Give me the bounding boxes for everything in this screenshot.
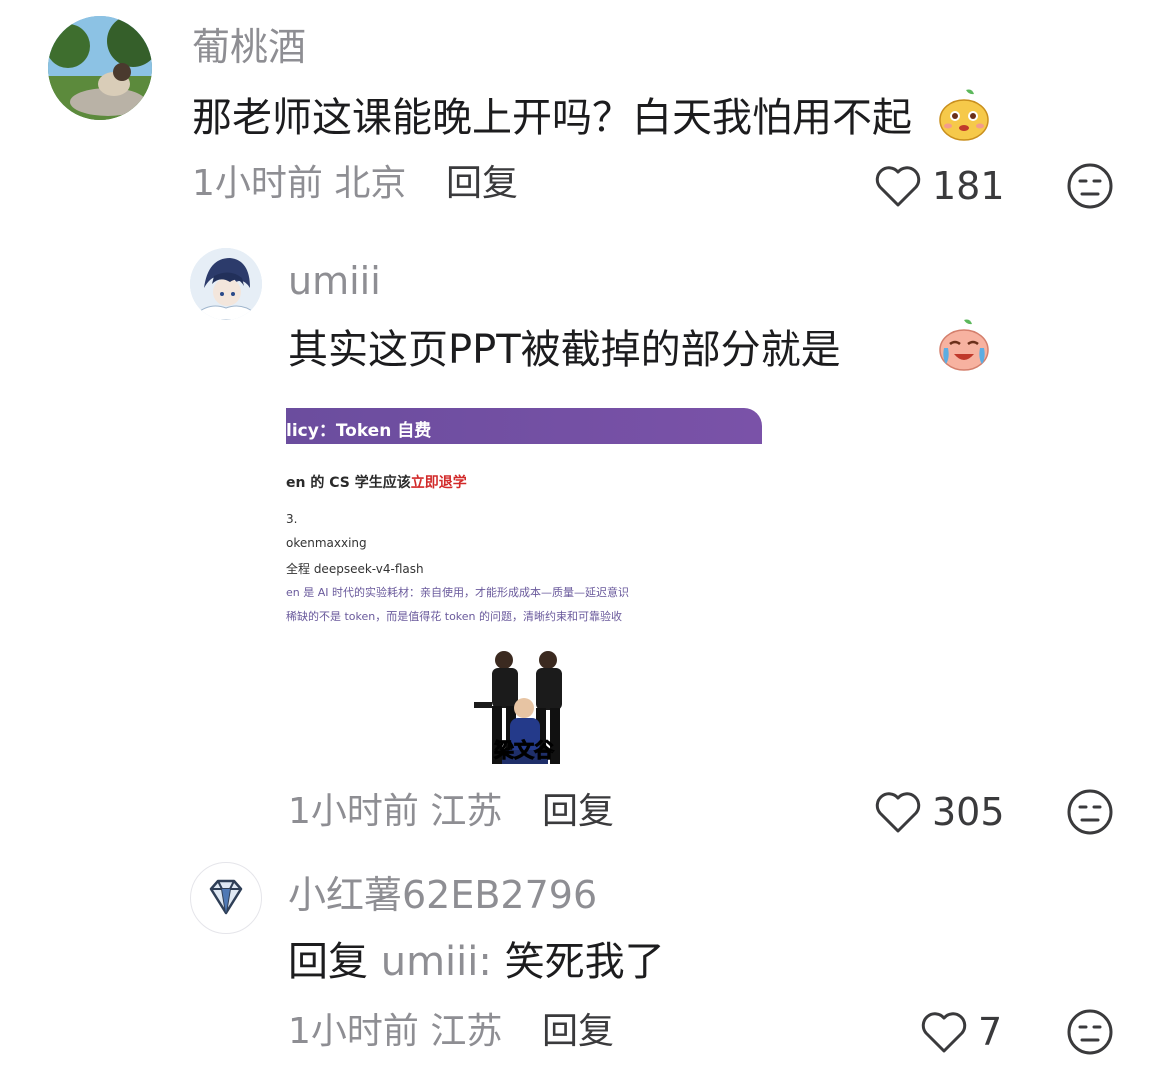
reply-button[interactable]: 回复 [542,794,614,830]
comment-text: 那老师这课能晚上开吗？白天我怕用不起 [192,98,912,138]
like-button[interactable]: 305 [874,790,1005,834]
slide-title: licy：Token 自费 [286,421,432,441]
slide-line: 3. [286,512,298,526]
dislike-face-icon[interactable] [1066,162,1114,210]
like-count: 305 [932,790,1005,834]
heart-icon [921,1012,967,1053]
comment-username[interactable]: 葡桃酒 [192,28,306,66]
comment-image[interactable]: licy：Token 自费 en 的 CS 学生应该立即退学 3. okenma… [286,408,764,764]
avatar[interactable] [190,248,262,320]
diamond-icon [209,879,243,915]
comment-text-body: 那老师这课能晚上开吗？白天我怕用不起 [192,95,912,141]
like-count: 7 [978,1010,1003,1054]
comment-username[interactable]: umiii [288,262,381,300]
slide-line: 全程 deepseek-v4-flash [286,562,424,576]
avatar[interactable] [48,16,152,120]
pear-face-emoji [939,89,989,141]
reply-prefix: 回复 [288,939,368,985]
avatar[interactable] [190,862,262,934]
comment-meta: 1小时前 江苏 [288,1014,502,1050]
comment-username[interactable]: 小红薯62EB2796 [288,876,597,914]
heart-icon [875,166,921,207]
mention-username[interactable]: umiii: [381,939,492,985]
comment-text: 回复 umiii: 笑死我了 [288,942,665,982]
avatar-photo [48,16,152,120]
reply-button[interactable]: 回复 [542,1014,614,1050]
comment-meta: 1小时前 北京 [192,166,406,202]
like-count: 181 [932,164,1005,208]
comment-time: 1小时前 [288,791,419,832]
heart-icon [875,792,921,833]
comment-location: 江苏 [430,1011,503,1052]
slide-heading-text: en 的 CS 学生应该 [286,475,411,491]
avatar-anime [190,248,262,320]
comment-meta: 1小时前 江苏 [288,794,502,830]
slide-heading: en 的 CS 学生应该立即退学 [286,472,467,492]
comment-time: 1小时前 [288,1011,419,1052]
slide-heading-highlight: 立即退学 [410,475,467,491]
image-caption: 梁文谷 [494,738,555,763]
slide-line: okenmaxxing [286,536,367,550]
dislike-face-icon[interactable] [1066,788,1114,836]
comment-location: 江苏 [430,791,503,832]
comment-time: 1小时前 [192,163,323,204]
dislike-face-icon[interactable] [1066,1008,1114,1056]
reply-button[interactable]: 回复 [446,166,518,202]
crying-laughing-peach-emoji [939,319,989,371]
slide-line: 稀缺的不是 token，而是值得花 token 的问题，清晰约束和可靠验收 [286,610,623,623]
comment-text-body: 笑死我了 [504,939,665,985]
slide-line: en 是 AI 时代的实验耗材：亲自使用，才能形成成本—质量—延迟意识 [286,586,629,599]
comment-location: 北京 [334,163,407,204]
like-button[interactable]: 7 [920,1010,1002,1054]
like-button[interactable]: 181 [874,164,1005,208]
comment-text: 其实这页PPT被截掉的部分就是 [288,327,841,373]
